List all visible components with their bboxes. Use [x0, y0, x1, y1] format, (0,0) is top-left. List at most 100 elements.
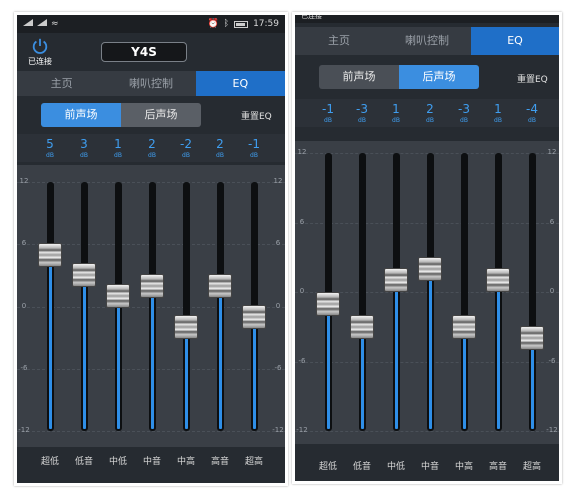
- eq-scale-label-right: -12: [272, 426, 284, 434]
- eq-slider-knob[interactable]: [452, 314, 476, 339]
- eq-scale-label-left: 6: [21, 239, 27, 248]
- rear-soundfield-button[interactable]: 后声场: [121, 103, 201, 127]
- eq-band-label: 超高: [244, 457, 263, 467]
- wifi-icon: ≈: [51, 19, 59, 29]
- tab-bar: 主页 喇叭控制 EQ: [295, 27, 559, 55]
- eq-band-value: -1: [322, 102, 334, 116]
- eq-slider-knob[interactable]: [174, 315, 198, 340]
- power-icon: [32, 38, 48, 54]
- eq-slider-knob[interactable]: [520, 326, 544, 351]
- eq-scale-label-right: 6: [549, 217, 555, 226]
- eq-value-row: 5 dB 3 dB 1 dB 2 dB -2 dB 2 dB -1 dB: [17, 134, 285, 162]
- eq-slider-fill: [394, 280, 398, 429]
- eq-band-value: -3: [356, 102, 368, 116]
- eq-slider-knob[interactable]: [316, 291, 340, 316]
- reset-eq-button[interactable]: 重置EQ: [517, 72, 548, 85]
- tab-eq[interactable]: EQ: [195, 71, 285, 96]
- eq-band-unit: dB: [46, 152, 54, 159]
- reset-eq-button[interactable]: 重置EQ: [241, 109, 272, 122]
- eq-band-unit: dB: [528, 117, 536, 124]
- soundfield-selector: 前声场 后声场: [319, 65, 479, 89]
- eq-band-value: -2: [180, 137, 192, 151]
- eq-slider-fill: [326, 303, 330, 429]
- eq-slider-knob[interactable]: [242, 304, 266, 329]
- eq-scale-label-right: -6: [274, 363, 282, 372]
- eq-band-unit: dB: [460, 117, 468, 124]
- eq-scale-label-left: 0: [299, 287, 305, 295]
- bluetooth-icon: ᛒ: [223, 19, 230, 29]
- eq-scale-label-right: -12: [546, 426, 558, 434]
- eq-slider-fill: [218, 285, 222, 429]
- eq-band-label-row: 超低 低音 中低 中音 中高 高音 超高: [17, 447, 285, 473]
- tab-bar: 主页 喇叭控制 EQ: [17, 71, 285, 96]
- eq-band-unit: dB: [426, 117, 434, 124]
- eq-slider-knob[interactable]: [38, 242, 62, 267]
- signal-icon: [37, 19, 47, 26]
- eq-band-value: -1: [248, 137, 260, 151]
- eq-slider-knob[interactable]: [384, 268, 408, 293]
- eq-band-label: 中低: [108, 457, 127, 467]
- eq-band-value: 2: [426, 102, 434, 116]
- eq-scale-label-right: 12: [273, 177, 283, 185]
- eq-scale-label-right: -6: [548, 356, 556, 365]
- device-name[interactable]: Y4S: [101, 42, 187, 62]
- connection-status: 已连接: [28, 57, 52, 66]
- battery-icon: [234, 20, 249, 28]
- eq-scale-label-left: -6: [20, 363, 28, 372]
- eq-band-value: -4: [526, 102, 538, 116]
- status-bar: ≈ ⏰ ᛒ 17:59: [17, 15, 285, 33]
- tab-speaker-control[interactable]: 喇叭控制: [106, 71, 195, 96]
- front-soundfield-button[interactable]: 前声场: [41, 103, 121, 127]
- tab-home[interactable]: 主页: [17, 71, 106, 96]
- eq-scale-label-right: 12: [547, 148, 557, 156]
- eq-scale-label-left: 0: [21, 301, 27, 310]
- eq-slider-fill: [184, 327, 188, 429]
- eq-band-unit: dB: [216, 152, 224, 159]
- eq-slider-knob[interactable]: [208, 273, 232, 298]
- eq-scale-label-left: 12: [19, 177, 29, 185]
- eq-scale-label-left: 6: [299, 217, 305, 226]
- eq-slider-knob[interactable]: [106, 284, 130, 309]
- eq-slider-fill: [116, 296, 120, 429]
- eq-slider-knob[interactable]: [72, 263, 96, 288]
- eq-scale-label-left: 12: [297, 148, 307, 156]
- eq-slider-knob[interactable]: [486, 268, 510, 293]
- tab-home[interactable]: 主页: [295, 27, 383, 55]
- connection-status-cropped: 已连接: [301, 12, 322, 20]
- eq-slider-fill: [48, 254, 52, 429]
- eq-slider-fill: [252, 316, 256, 429]
- eq-band-label: 高音: [488, 462, 507, 472]
- front-soundfield-button[interactable]: 前声场: [319, 65, 399, 89]
- eq-band-unit: dB: [182, 152, 190, 159]
- eq-scale-label-left: -6: [298, 356, 306, 365]
- eq-slider-knob[interactable]: [418, 256, 442, 281]
- eq-slider-area: 12 12 6 6 0 0 -6 -6 -12 -12: [17, 165, 285, 447]
- eq-band-value: 1: [114, 137, 122, 151]
- eq-band-unit: dB: [494, 117, 502, 124]
- eq-slider-area: 12 12 6 6 0 0 -6 -6 -12 -12: [295, 141, 559, 444]
- eq-slider-fill: [82, 275, 86, 429]
- tab-eq[interactable]: EQ: [471, 27, 559, 55]
- soundfield-bar: 前声场 后声场 重置EQ: [295, 55, 559, 99]
- eq-band-value: 1: [392, 102, 400, 116]
- eq-band-unit: dB: [80, 152, 88, 159]
- eq-slider-knob[interactable]: [140, 273, 164, 298]
- eq-slider-fill: [462, 326, 466, 429]
- eq-band-value: 2: [148, 137, 156, 151]
- eq-value-row: -1 dB -3 dB 1 dB 2 dB -3 dB 1 dB -4 dB: [295, 99, 559, 127]
- eq-slider-fill: [150, 285, 154, 429]
- rear-soundfield-button[interactable]: 后声场: [399, 65, 479, 89]
- eq-band-label: 超低: [318, 462, 337, 472]
- power-button[interactable]: 已连接: [25, 37, 55, 67]
- eq-band-unit: dB: [358, 117, 366, 124]
- eq-band-value: 2: [216, 137, 224, 151]
- eq-scale-label-left: -12: [296, 426, 308, 434]
- eq-slider-knob[interactable]: [350, 314, 374, 339]
- eq-band-value: 1: [494, 102, 502, 116]
- eq-band-unit: dB: [392, 117, 400, 124]
- eq-band-label: 中低: [386, 462, 405, 472]
- status-bar-cropped: 已连接: [295, 15, 559, 23]
- tab-speaker-control[interactable]: 喇叭控制: [383, 27, 471, 55]
- left-screenshot: ≈ ⏰ ᛒ 17:59 已连接 Y4S 主页 喇叭控制 EQ 前声场 后声场 重…: [14, 12, 288, 486]
- eq-band-label: 低音: [74, 457, 93, 467]
